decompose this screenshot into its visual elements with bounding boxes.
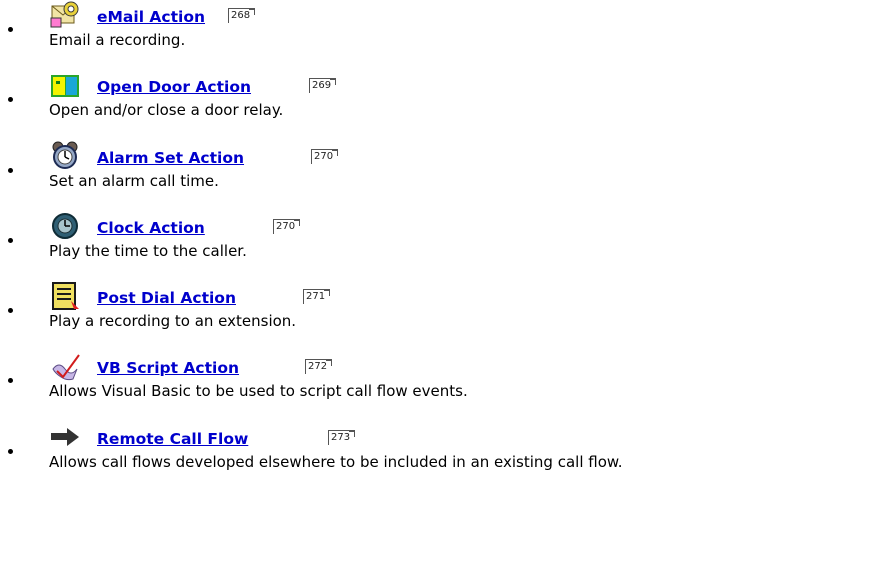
list-item-clock-action: Clock Action 270 Play the time to the ca…	[0, 211, 878, 283]
bullet	[8, 308, 13, 313]
vb-script-action-description: Allows Visual Basic to be used to script…	[49, 382, 468, 400]
alarm-clock-icon	[49, 141, 81, 171]
list-item-post-dial-action: Post Dial Action 271 Play a recording to…	[0, 281, 878, 353]
bullet	[8, 238, 13, 243]
open-door-action-link[interactable]: Open Door Action	[97, 78, 251, 96]
open-door-action-description: Open and/or close a door relay.	[49, 101, 284, 119]
email-action-link[interactable]: eMail Action	[97, 8, 205, 26]
page-reference-icon[interactable]: 273	[328, 430, 356, 445]
alarm-set-action-link[interactable]: Alarm Set Action	[97, 149, 244, 167]
clock-icon	[49, 211, 81, 241]
page-reference-icon[interactable]: 269	[309, 78, 337, 93]
page-reference-icon[interactable]: 271	[303, 289, 331, 304]
bullet	[8, 378, 13, 383]
vb-script-action-link[interactable]: VB Script Action	[97, 359, 239, 377]
bullet	[8, 168, 13, 173]
page-reference-icon[interactable]: 270	[311, 149, 339, 164]
remote-call-flow-description: Allows call flows developed elsewhere to…	[49, 453, 623, 471]
vb-script-icon	[49, 351, 81, 381]
bullet	[8, 449, 13, 454]
bullet	[8, 27, 13, 32]
page-reference-icon[interactable]: 268	[228, 8, 256, 23]
list-item-open-door-action: Open Door Action 269 Open and/or close a…	[0, 70, 878, 142]
clock-action-description: Play the time to the caller.	[49, 242, 247, 260]
page-reference-icon[interactable]: 270	[273, 219, 301, 234]
list-item-vb-script-action: VB Script Action 272 Allows Visual Basic…	[0, 351, 878, 423]
post-dial-notepad-icon	[49, 281, 81, 311]
post-dial-action-description: Play a recording to an extension.	[49, 312, 297, 330]
list-item-alarm-set-action: Alarm Set Action 270 Set an alarm call t…	[0, 141, 878, 213]
alarm-set-action-description: Set an alarm call time.	[49, 172, 219, 190]
post-dial-action-link[interactable]: Post Dial Action	[97, 289, 236, 307]
clock-action-link[interactable]: Clock Action	[97, 219, 205, 237]
list-item-remote-call-flow: Remote Call Flow 273 Allows call flows d…	[0, 422, 878, 494]
page-reference-icon[interactable]: 272	[305, 359, 333, 374]
open-door-icon	[49, 70, 81, 100]
bullet	[8, 97, 13, 102]
email-action-description: Email a recording.	[49, 31, 186, 49]
email-envelope-icon	[49, 0, 81, 30]
list-item-email-action: eMail Action 268 Email a recording.	[0, 0, 878, 72]
remote-call-flow-link[interactable]: Remote Call Flow	[97, 430, 248, 448]
remote-call-flow-arrow-icon	[49, 422, 81, 452]
